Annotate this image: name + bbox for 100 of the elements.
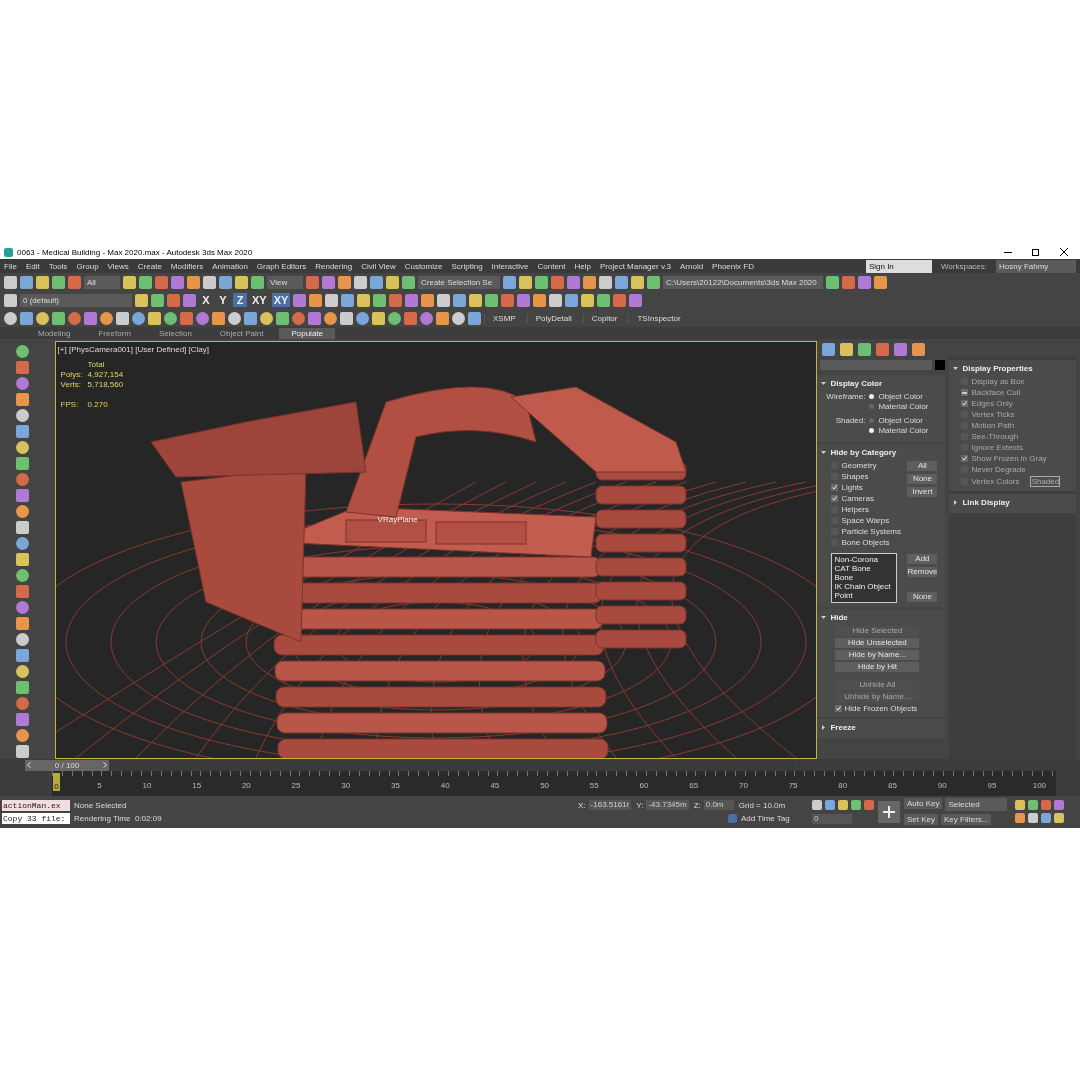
tool-icon[interactable] (116, 311, 129, 325)
color-swatch[interactable] (935, 360, 946, 370)
current-frame-field[interactable]: 0 (812, 813, 852, 824)
category-button[interactable]: None (907, 474, 938, 484)
tool-icon[interactable] (370, 275, 383, 289)
checkbox[interactable] (835, 705, 843, 712)
frame-marker[interactable]: 0 (53, 773, 60, 791)
tool-icon[interactable] (15, 457, 29, 470)
tool-icon[interactable] (840, 342, 854, 356)
tool-icon[interactable] (402, 275, 415, 289)
coordinate-field[interactable]: -163.5161r (588, 800, 632, 810)
tool-icon[interactable] (864, 799, 874, 810)
tool-icon[interactable] (15, 601, 29, 614)
tool-icon[interactable] (826, 275, 839, 289)
timeline-ruler[interactable]: 0 5 10 15 20 25 30 35 40 45 50 55 60 65 70 75 80 85 90 95 100 (52, 771, 1056, 796)
rollout-header[interactable]: Hide (817, 611, 946, 624)
set-key-button[interactable] (878, 800, 900, 823)
tool-icon[interactable] (123, 275, 136, 289)
tool-icon[interactable] (235, 275, 248, 289)
tool-icon[interactable] (15, 633, 29, 646)
viewport-label[interactable]: [+] [PhysCamera001] [User Defined] [Clay] (57, 345, 209, 354)
tool-icon[interactable] (1054, 813, 1065, 823)
tool-icon[interactable] (565, 293, 579, 307)
tool-icon[interactable] (420, 311, 433, 325)
menu-item[interactable]: Rendering (315, 261, 353, 271)
tool-icon[interactable] (15, 681, 29, 694)
tool-icon[interactable] (4, 275, 17, 289)
list-button[interactable]: Remove (907, 567, 938, 577)
coordinate-field[interactable]: -43.7345m (646, 800, 689, 810)
time-slider-thumb[interactable]: 0 / 100 (25, 759, 109, 771)
tool-icon[interactable] (615, 275, 628, 289)
tool-icon[interactable] (356, 311, 369, 325)
tool-icon[interactable] (613, 293, 627, 307)
tool-icon[interactable] (15, 473, 29, 486)
hide-button[interactable]: Hide by Name... (835, 650, 920, 660)
menu-item[interactable]: Arnold (680, 261, 704, 271)
list-item[interactable]: CAT Bone (834, 564, 895, 573)
tool-icon[interactable] (372, 311, 385, 325)
tool-icon[interactable] (15, 345, 29, 358)
tool-icon[interactable] (354, 275, 367, 289)
tool-icon[interactable] (292, 311, 305, 325)
rollout-header[interactable]: Hide by Category (817, 446, 946, 459)
tool-icon[interactable] (485, 293, 499, 307)
hide-button[interactable]: Hide Unselected (835, 638, 920, 648)
menu-item[interactable]: Graph Editors (256, 261, 307, 271)
tool-icon[interactable] (15, 665, 29, 678)
tool-icon[interactable] (842, 275, 855, 289)
tool-icon[interactable] (822, 342, 836, 356)
tool-icon[interactable] (325, 293, 339, 307)
tool-icon[interactable] (68, 311, 81, 325)
radio-button[interactable] (869, 418, 875, 423)
tool-icon[interactable] (1054, 800, 1065, 810)
tool-icon[interactable] (549, 293, 563, 307)
tool-icon[interactable] (15, 505, 29, 518)
key-mode-dropdown[interactable]: Selected (945, 798, 1008, 811)
workspace-dropdown[interactable]: Hosny Fahmy (996, 259, 1076, 273)
axis-constraint-button[interactable]: X (199, 293, 213, 307)
tool-icon[interactable] (341, 293, 355, 307)
tool-icon[interactable] (436, 311, 449, 325)
plugin-button[interactable]: XSMP (484, 313, 524, 323)
tool-icon[interactable] (533, 293, 547, 307)
rollout-header[interactable]: Display Properties (949, 362, 1076, 375)
menu-item[interactable]: Help (574, 261, 591, 271)
tool-icon[interactable] (148, 311, 161, 325)
tool-icon[interactable] (551, 275, 564, 289)
tool-icon[interactable] (15, 521, 29, 534)
layer-dropdown[interactable]: 0 (default) (20, 293, 132, 307)
tool-icon[interactable] (4, 293, 17, 307)
axis-constraint-button[interactable]: XY (271, 293, 291, 307)
tool-icon[interactable] (171, 275, 184, 289)
checkbox[interactable] (961, 400, 969, 407)
menu-item[interactable]: Animation (212, 261, 248, 271)
tool-icon[interactable] (894, 342, 908, 356)
tool-icon[interactable] (15, 729, 29, 742)
tool-icon[interactable] (36, 311, 49, 325)
viewport[interactable]: [+] [PhysCamera001] [User Defined] [Clay] Total Polys: 4,927,154 Verts: 5,718,560 FPS: 0.270 VRayPlane (54, 341, 818, 759)
tool-icon[interactable] (535, 275, 548, 289)
menu-item[interactable]: Create (137, 261, 162, 271)
tool-icon[interactable] (151, 293, 164, 307)
tool-icon[interactable] (324, 311, 337, 325)
rollout-header[interactable]: Display Color (817, 377, 946, 390)
plugin-button[interactable]: TSInspector (628, 313, 689, 323)
ribbon-tab[interactable]: Modeling (26, 327, 83, 339)
menu-item[interactable]: Content (537, 261, 566, 271)
tool-icon[interactable] (1041, 813, 1052, 823)
set-key-label-button[interactable]: Set Key (904, 814, 938, 825)
tool-icon[interactable] (15, 425, 29, 438)
tool-icon[interactable] (15, 553, 29, 566)
coordinate-field[interactable]: 0.0m (703, 800, 734, 810)
tool-icon[interactable] (308, 311, 321, 325)
tool-icon[interactable] (322, 275, 335, 289)
category-list[interactable]: Non-Corona CAT Bone Bone IK Chain Object Point (831, 553, 898, 603)
tool-icon[interactable] (187, 275, 200, 289)
tool-icon[interactable] (647, 275, 660, 289)
menu-item[interactable]: Tools (48, 261, 68, 271)
tool-icon[interactable] (386, 275, 399, 289)
tool-icon[interactable] (219, 275, 232, 289)
ribbon-tab[interactable]: Selection (146, 327, 204, 339)
list-item[interactable]: Non-Corona (834, 555, 895, 564)
tool-icon[interactable] (357, 293, 371, 307)
